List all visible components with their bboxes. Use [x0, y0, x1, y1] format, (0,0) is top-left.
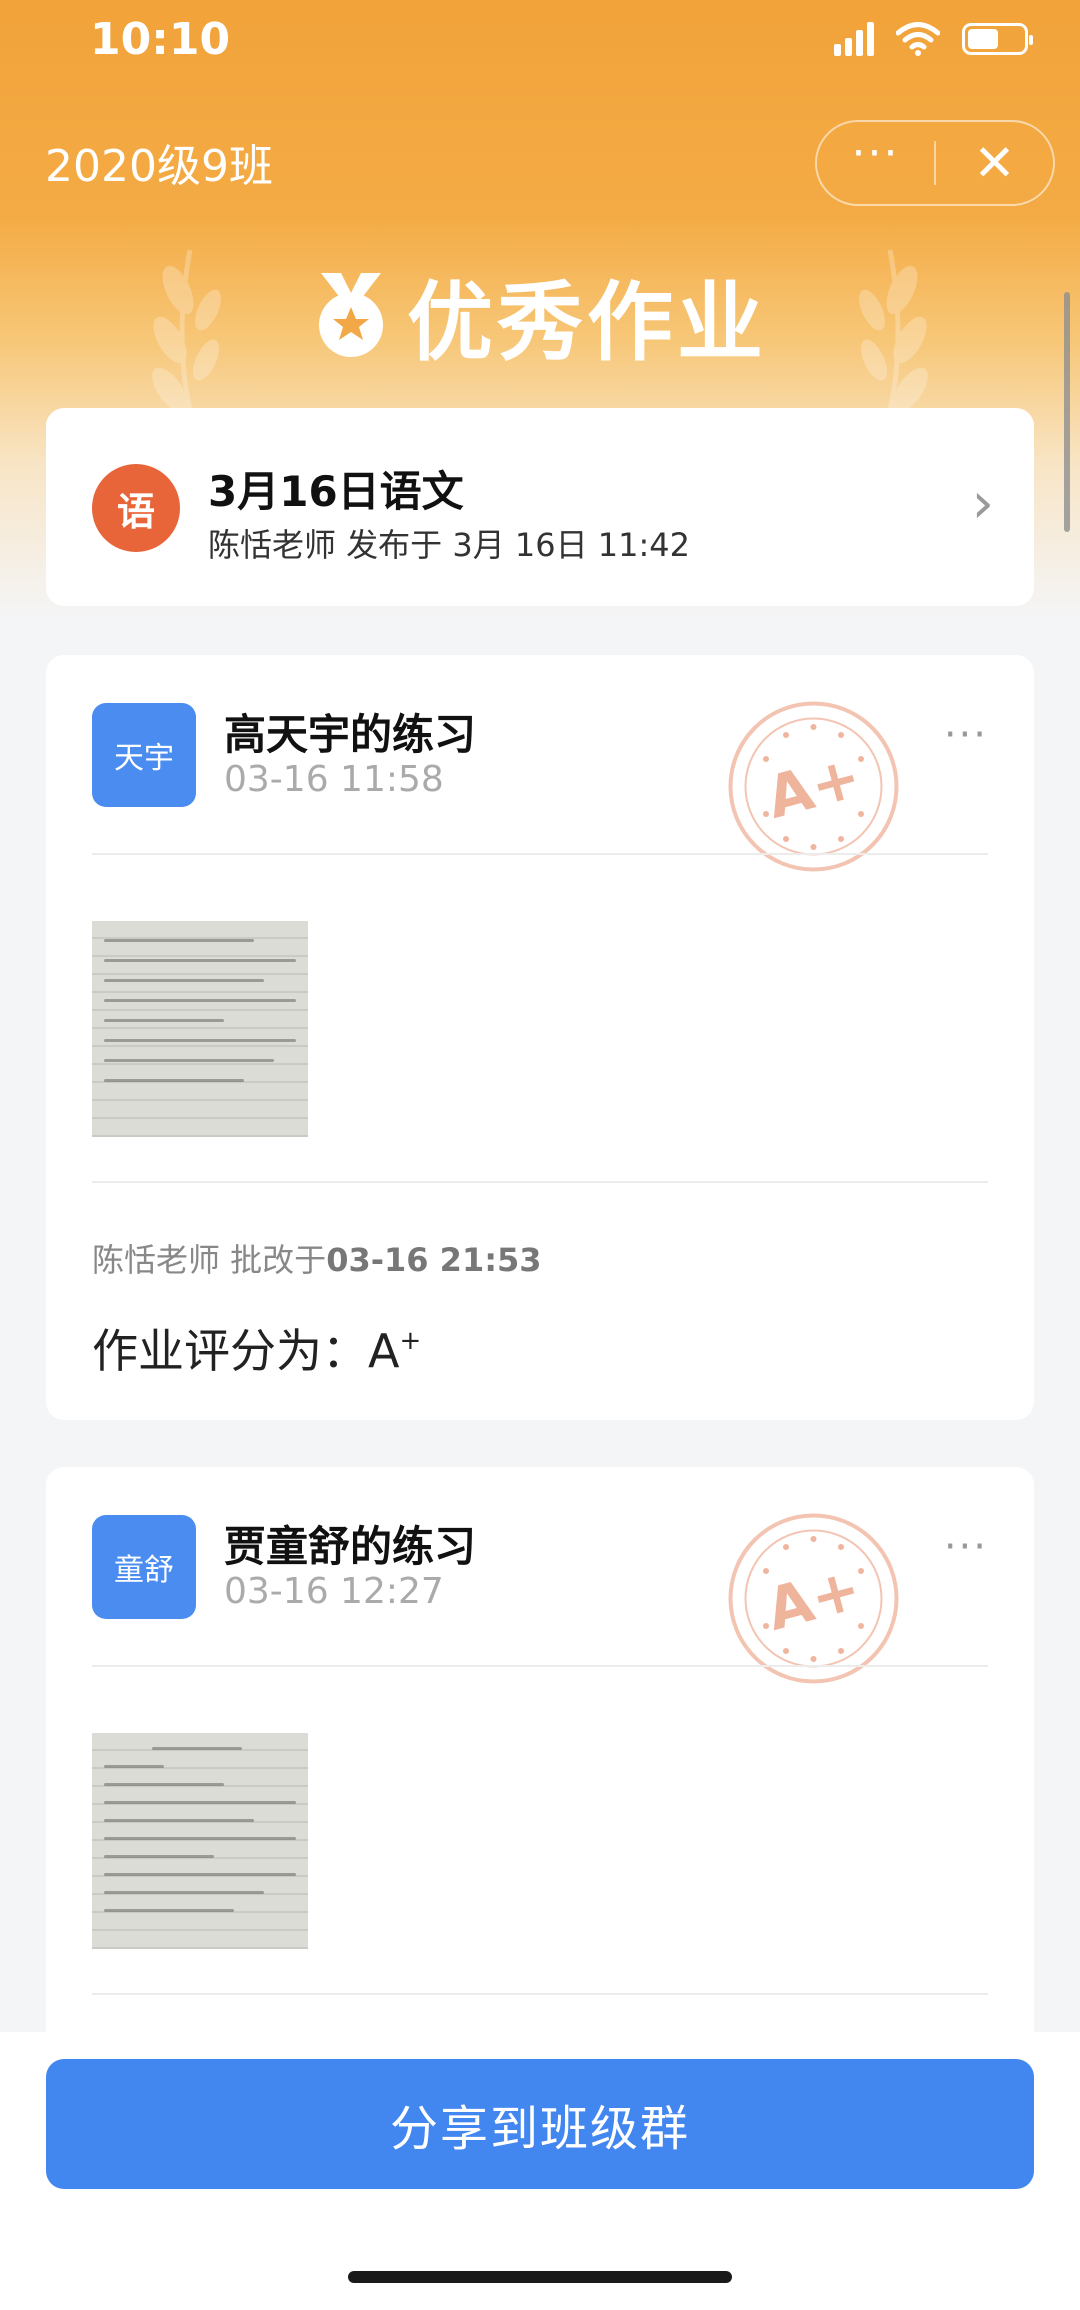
scroll-indicator — [1064, 292, 1070, 532]
status-icons — [834, 22, 1033, 56]
review-info: 陈恬老师 批改于03-16 21:53 — [92, 1235, 542, 1281]
medal-icon — [319, 272, 383, 357]
bottom-bar: 分享到班级群 — [0, 2032, 1080, 2310]
divider — [92, 1665, 988, 1667]
mini-program-capsule: ··· ✕ — [815, 120, 1055, 206]
homework-title: 高天宇的练习 — [224, 710, 477, 759]
home-indicator — [348, 2271, 732, 2283]
homework-time: 03-16 12:27 — [224, 1571, 444, 1612]
score-sup: + — [399, 1326, 422, 1356]
stamp-icon: A+ — [728, 701, 899, 872]
subject-badge: 语 — [92, 464, 180, 552]
more-button[interactable]: ··· — [817, 122, 934, 204]
share-to-class-group-button[interactable]: 分享到班级群 — [46, 2059, 1034, 2189]
homework-image[interactable] — [92, 921, 308, 1137]
divider — [92, 853, 988, 855]
hero-title: 优秀作业 — [407, 273, 767, 373]
hero-banner: 优秀作业 — [0, 252, 1080, 377]
homework-summary-card[interactable]: 语 3月16日语文 陈恬老师 发布于 3月 16日 11:42 › — [46, 408, 1034, 606]
close-icon: ✕ — [973, 134, 1016, 192]
wifi-icon — [896, 22, 940, 56]
more-icon[interactable]: ··· — [944, 1527, 988, 1567]
signal-icon — [834, 22, 874, 56]
nav-title: 2020级9班 — [45, 141, 273, 192]
score-value: A — [368, 1324, 400, 1378]
more-icon[interactable]: ··· — [944, 715, 988, 755]
stamp-text: A+ — [760, 742, 868, 832]
homework-title: 贾童舒的练习 — [224, 1522, 477, 1571]
close-button[interactable]: ✕ — [936, 122, 1053, 204]
homework-card: 天宇 高天宇的练习 03-16 11:58 A+ ··· 陈恬老师 批改于03-… — [46, 655, 1034, 1420]
avatar[interactable]: 天宇 — [92, 703, 196, 807]
summary-subtitle: 陈恬老师 发布于 3月 16日 11:42 — [208, 526, 690, 564]
summary-title: 3月16日语文 — [208, 467, 464, 516]
stamp-text: A+ — [760, 1554, 868, 1644]
more-icon: ··· — [851, 128, 900, 179]
homework-time: 03-16 11:58 — [224, 759, 444, 800]
status-time: 10:10 — [90, 14, 231, 65]
divider — [92, 1181, 988, 1183]
stamp-icon: A+ — [728, 1513, 899, 1684]
divider — [92, 1993, 988, 1995]
chevron-right-icon: › — [971, 471, 994, 536]
score-text: 作业评分为：A+ — [92, 1315, 421, 1381]
homework-image[interactable] — [92, 1733, 308, 1949]
review-time: 03-16 21:53 — [326, 1241, 542, 1279]
status-bar: 10:10 — [0, 0, 1080, 90]
score-label: 作业评分为： — [92, 1324, 368, 1378]
battery-icon — [962, 23, 1033, 55]
review-prefix: 陈恬老师 批改于 — [92, 1241, 327, 1279]
avatar[interactable]: 童舒 — [92, 1515, 196, 1619]
